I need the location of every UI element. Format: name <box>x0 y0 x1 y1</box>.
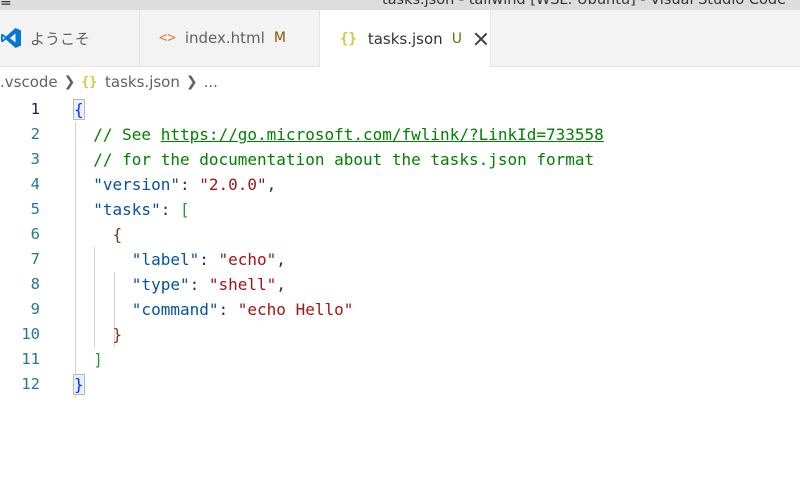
code-editor[interactable]: 1{2 // See https://go.microsoft.com/fwli… <box>0 97 800 489</box>
code-token: [ <box>179 200 190 219</box>
line-number: 8 <box>30 275 40 293</box>
code-text: } <box>73 372 85 397</box>
code-line[interactable]: 1{ <box>0 97 800 122</box>
code-line[interactable]: 8 "type": "shell", <box>0 272 800 297</box>
line-number: 6 <box>30 225 40 243</box>
code-token: "type" <box>74 275 190 294</box>
code-token: } <box>74 325 123 344</box>
tab-label: index.html <box>184 29 265 47</box>
code-text: // for the documentation about the tasks… <box>74 147 594 172</box>
code-token: "shell" <box>208 275 277 294</box>
line-number: 3 <box>30 150 40 168</box>
untracked-badge: U <box>451 30 462 47</box>
code-token: : <box>218 300 238 319</box>
code-line[interactable]: 10 } <box>0 322 800 347</box>
title-bar: ≡ tasks.json - tailwind [WSL: Ubuntu] - … <box>0 0 800 10</box>
line-number: 1 <box>30 100 40 118</box>
tab-label: ようこそ <box>30 29 91 48</box>
code-line[interactable]: 12} <box>0 372 800 397</box>
code-token: , <box>266 175 277 194</box>
code-token: } <box>73 374 85 395</box>
code-line[interactable]: 5 "tasks": [ <box>0 197 800 222</box>
code-token: "version" <box>74 175 180 194</box>
tab-index-html[interactable]: <> index.html M <box>140 10 320 66</box>
code-token: : <box>199 250 219 269</box>
code-text: "version": "2.0.0", <box>74 172 276 197</box>
json-file-icon: {} <box>81 74 98 90</box>
code-text: "type": "shell", <box>74 272 286 297</box>
line-number: 11 <box>21 350 40 368</box>
code-line[interactable]: 9 "command": "echo Hello" <box>0 297 800 322</box>
code-token: , <box>276 250 286 269</box>
code-token: // for the documentation about the tasks… <box>74 150 595 169</box>
json-file-icon: {} <box>340 30 357 47</box>
code-token: { <box>73 99 85 120</box>
code-token: : <box>179 175 200 194</box>
code-text: // See https://go.microsoft.com/fwlink/?… <box>74 122 604 147</box>
code-text: "tasks": [ <box>74 197 190 222</box>
code-text: } <box>74 322 123 347</box>
editor-tab-bar: ようこそ <> index.html M {} tasks.json U <box>0 10 800 67</box>
code-token: "echo" <box>218 250 277 269</box>
code-token: "label" <box>74 250 200 269</box>
breadcrumb-file[interactable]: tasks.json <box>105 73 180 91</box>
code-token: , <box>276 275 286 294</box>
breadcrumb-symbols[interactable]: ... <box>204 73 218 91</box>
code-text: "command": "echo Hello" <box>74 297 354 322</box>
breadcrumb: .vscode ❯ {} tasks.json ❯ ... <box>0 67 800 97</box>
line-number: 9 <box>30 300 40 318</box>
code-text: { <box>74 222 123 247</box>
html-file-icon: <> <box>159 30 176 46</box>
menu-icon[interactable]: ≡ <box>0 0 12 10</box>
code-line[interactable]: 11 ] <box>0 347 800 372</box>
code-line[interactable]: 4 "version": "2.0.0", <box>0 172 800 197</box>
code-line[interactable]: 6 { <box>0 222 800 247</box>
code-line[interactable]: 3 // for the documentation about the tas… <box>0 147 800 172</box>
code-text: { <box>73 97 85 122</box>
code-token: : <box>189 275 209 294</box>
code-token: : <box>160 200 180 219</box>
chevron-right-icon: ❯ <box>185 74 198 90</box>
window-title: tasks.json - tailwind [WSL: Ubuntu] - Vi… <box>381 0 786 8</box>
code-text: ] <box>74 347 103 372</box>
breadcrumb-folder[interactable]: .vscode <box>0 73 58 91</box>
code-token: "tasks" <box>74 200 161 219</box>
line-number: 2 <box>30 125 40 143</box>
code-token: ] <box>74 350 103 369</box>
line-number: 4 <box>30 175 40 193</box>
modified-badge: M <box>273 30 286 46</box>
line-number: 5 <box>30 200 40 218</box>
tab-tasks-json[interactable]: {} tasks.json U <box>320 10 491 67</box>
code-token: { <box>74 225 123 244</box>
vscode-logo-icon <box>0 27 22 49</box>
code-token: "command" <box>74 300 219 319</box>
code-token: // See <box>74 125 161 144</box>
comment-link[interactable]: https://go.microsoft.com/fwlink/?LinkId=… <box>161 125 604 144</box>
code-line[interactable]: 2 // See https://go.microsoft.com/fwlink… <box>0 122 800 147</box>
code-text: "label": "echo", <box>74 247 286 272</box>
line-number: 10 <box>21 325 40 343</box>
chevron-right-icon: ❯ <box>63 74 76 90</box>
line-number: 12 <box>21 375 40 393</box>
code-line[interactable]: 7 "label": "echo", <box>0 247 800 272</box>
close-icon[interactable] <box>474 32 488 46</box>
tab-label: tasks.json <box>367 29 443 48</box>
line-number: 7 <box>30 250 40 268</box>
code-token: "echo Hello" <box>237 300 354 319</box>
code-token: "2.0.0" <box>199 175 267 194</box>
tab-welcome[interactable]: ようこそ <box>0 10 140 66</box>
